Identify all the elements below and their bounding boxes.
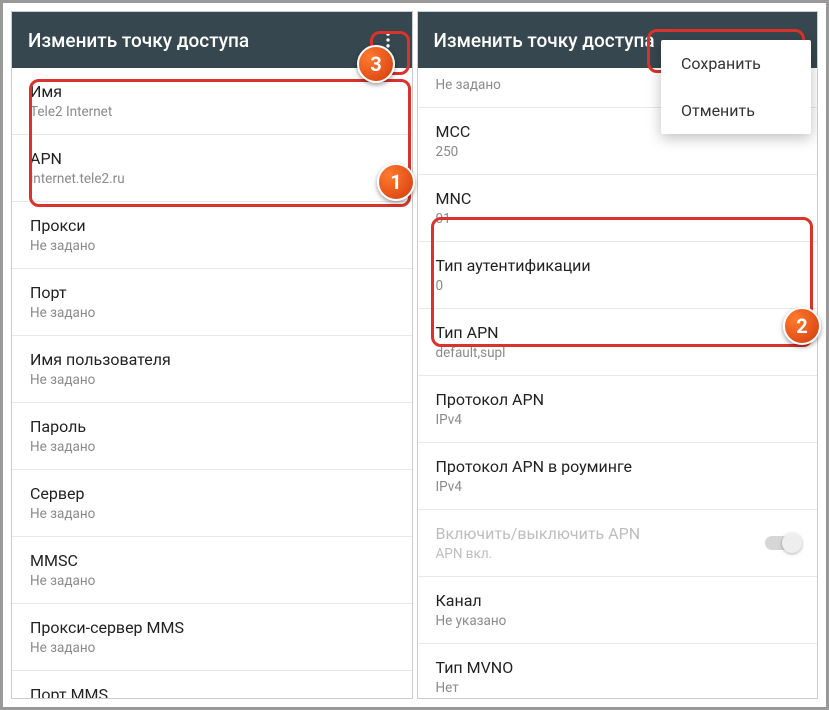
cancel-menu-item[interactable]: Отменить [661, 87, 811, 134]
item-value: Не задано [30, 640, 394, 656]
item-label: Протокол APN [436, 390, 800, 409]
item-label: MMSC [30, 551, 394, 570]
list-item[interactable]: Порт MMSНе задано [12, 671, 412, 698]
list-item[interactable]: Прокси-сервер MMS Не задано [12, 604, 412, 671]
item-value: default,supl [436, 345, 800, 361]
list-item[interactable]: MMSC Не задано [12, 537, 412, 604]
settings-list-right: Не заданоMCC250MNC01Тип аутентификации0Т… [418, 68, 818, 698]
list-item[interactable]: Имя пользователя Не задано [12, 336, 412, 403]
item-value: 250 [436, 144, 800, 160]
item-label: Канал [436, 591, 800, 610]
item-label: Пароль [30, 417, 394, 436]
item-value: internet.tele2.ru [30, 171, 394, 187]
item-label: Тип MVNO [436, 658, 800, 677]
screen-left: Изменить точку доступа Имя Tele2 Internet… [11, 11, 413, 699]
more-button[interactable] [370, 22, 406, 58]
item-value: 0 [436, 278, 800, 294]
list-item[interactable]: Канал Не указано [418, 577, 818, 644]
list-item[interactable]: Протокол APN IPv4 [418, 376, 818, 443]
list-item[interactable]: Сервер Не задано [12, 470, 412, 537]
item-label: Порт MMS [30, 685, 394, 698]
topbar-left: Изменить точку доступа [12, 12, 412, 68]
more-vert-icon [378, 30, 398, 50]
apn-toggle[interactable] [765, 536, 799, 550]
page-title: Изменить точку доступа [28, 29, 249, 52]
item-label: Имя пользователя [30, 350, 394, 369]
list-item[interactable]: Тип APN default,supl [418, 309, 818, 376]
list-item[interactable]: Прокси Не задано [12, 202, 412, 269]
item-value: Не задано [30, 439, 394, 455]
item-value: Нет [436, 680, 800, 696]
item-value: Не указано [436, 613, 800, 629]
overflow-menu: Сохранить Отменить [661, 40, 811, 134]
item-label: Сервер [30, 484, 394, 503]
item-label: Включить/выключить APN [436, 524, 800, 543]
item-value: Не задано [30, 506, 394, 522]
item-value: Tele2 Internet [30, 104, 394, 120]
item-label: Прокси-сервер MMS [30, 618, 394, 637]
item-label: MNC [436, 189, 800, 208]
item-label: Имя [30, 82, 394, 101]
item-value: Не задано [30, 238, 394, 254]
save-menu-item[interactable]: Сохранить [661, 40, 811, 87]
item-value: Не задано [30, 305, 394, 321]
item-value: IPv4 [436, 479, 800, 495]
page-title: Изменить точку доступа [434, 29, 655, 52]
item-value: APN вкл. [436, 546, 800, 562]
item-label: Тип аутентификации [436, 256, 800, 275]
list-item[interactable]: Тип аутентификации 0 [418, 242, 818, 309]
item-value: Не задано [30, 372, 394, 388]
screen-right: Изменить точку доступа Не заданоMCC250MN… [417, 11, 819, 699]
list-item[interactable]: Имя Tele2 Internet [12, 68, 412, 135]
list-item[interactable]: MNC 01 [418, 175, 818, 242]
item-value: IPv4 [436, 412, 800, 428]
item-label: Прокси [30, 216, 394, 235]
list-item[interactable]: Пароль Не задано [12, 403, 412, 470]
item-label: Протокол APN в роуминге [436, 457, 800, 476]
item-label: APN [30, 149, 394, 168]
settings-list-left: Имя Tele2 Internet APN internet.tele2.ru Про… [12, 68, 412, 698]
item-value: Не задано [30, 573, 394, 589]
list-item[interactable]: APN internet.tele2.ru [12, 135, 412, 202]
list-item: Включить/выключить APN APN вкл. [418, 510, 818, 577]
list-item[interactable]: Тип MVNO Нет [418, 644, 818, 698]
list-item[interactable]: Порт Не задано [12, 269, 412, 336]
item-value: 01 [436, 211, 800, 227]
item-label: Тип APN [436, 323, 800, 342]
item-label: Порт [30, 283, 394, 302]
list-item[interactable]: Протокол APN в роуминге IPv4 [418, 443, 818, 510]
